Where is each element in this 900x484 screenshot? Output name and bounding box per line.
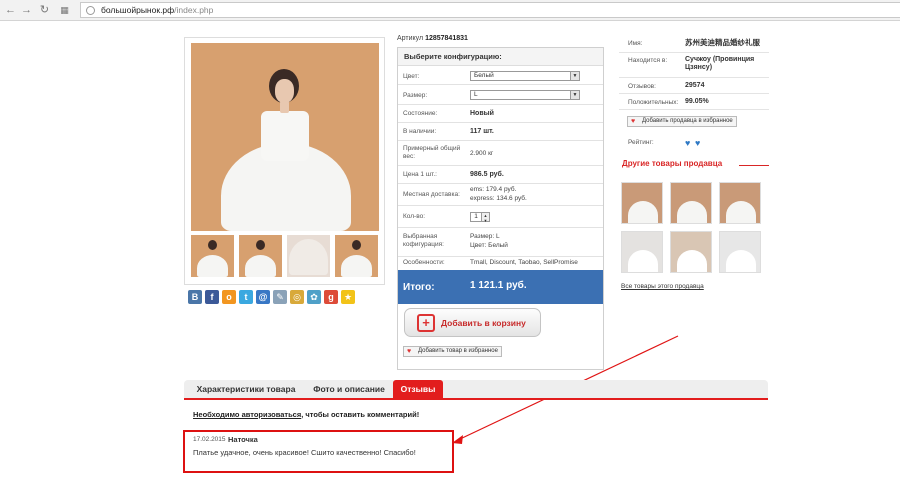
config-title: Выберите конфигурацию: <box>398 48 603 66</box>
mailru-icon[interactable]: @ <box>256 290 270 304</box>
apps-icon[interactable]: ▦ <box>58 4 71 17</box>
heart-rating-icon: ♥ <box>685 138 691 148</box>
seller-product-thumbnail[interactable] <box>719 231 761 273</box>
page-info-icon[interactable] <box>86 6 95 15</box>
selected-size: Размер: L <box>470 233 500 240</box>
odnoklassniki-icon[interactable]: о <box>222 290 236 304</box>
features-value: Tmall, Discount, Taobao, SellPromise <box>470 259 578 266</box>
seller-product-thumbnail[interactable] <box>621 182 663 224</box>
seller-location-label: Находится в: <box>628 57 668 64</box>
seller-location-value: Сучжоу (Провинция Цзянсу) <box>685 56 755 71</box>
product-gallery <box>184 37 385 285</box>
color-label: Цвет: <box>403 73 420 80</box>
annotation-highlight-box <box>183 430 454 473</box>
cart-plus-icon: + <box>417 314 435 332</box>
add-to-cart-button[interactable]: + Добавить в корзину <box>404 308 541 337</box>
seller-product-thumbnail[interactable] <box>670 182 712 224</box>
all-seller-products-link[interactable]: Все товары этого продавца <box>621 283 704 290</box>
heart-icon: ♥ <box>631 118 636 125</box>
twitter-icon[interactable]: t <box>239 290 253 304</box>
delivery-ems: ems: 179.4 руб. <box>470 186 517 193</box>
add-seller-favorite-button[interactable]: ♥ Добавить продавца в избранное <box>627 116 737 127</box>
product-thumbnail[interactable] <box>287 235 330 277</box>
forward-icon[interactable]: → <box>20 4 33 17</box>
other-products-title: Другие товары продавца <box>622 159 723 168</box>
heart-rating-icon: ♥ <box>695 138 701 148</box>
chevron-down-icon: ▼ <box>570 91 579 99</box>
total-label: Итого: <box>403 282 435 293</box>
qty-label: Кол-во: <box>403 213 426 220</box>
price-value: 986.5 руб. <box>470 171 504 178</box>
heart-icon: ♥ <box>407 348 412 355</box>
condition-label: Состояние: <box>403 110 438 117</box>
address-bar[interactable]: большойрынок.рф/index.php <box>80 2 900 18</box>
tab-characteristics[interactable]: Характеристики товара <box>190 380 302 398</box>
size-select[interactable]: L ▼ <box>470 90 580 100</box>
total-bar: Итого: 1 121.1 руб. <box>398 270 603 304</box>
positive-label: Положительных: <box>628 99 679 106</box>
reload-icon[interactable]: ↻ <box>38 4 51 17</box>
moimir-icon[interactable]: ◎ <box>290 290 304 304</box>
login-link[interactable]: Необходимо авторизоваться <box>193 410 301 419</box>
stock-value: 117 шт. <box>470 128 494 135</box>
total-value: 1 121.1 руб. <box>470 280 527 291</box>
seller-name-label: Имя: <box>628 40 643 47</box>
quantity-input[interactable]: 1 <box>470 212 482 222</box>
tab-reviews[interactable]: Отзывы <box>393 380 443 398</box>
delivery-express: express: 134.6 руб. <box>470 195 527 202</box>
browser-toolbar: ← → ↻ ▦ большойрынок.рф/index.php <box>0 0 900 21</box>
seller-product-thumbnail[interactable] <box>621 231 663 273</box>
selected-color: Цвет: Белый <box>470 242 508 249</box>
delivery-label: Местная доставка: <box>403 191 460 198</box>
tab-photo-description[interactable]: Фото и описание <box>308 380 390 398</box>
login-note: Необходимо авторизоваться, чтобы оставит… <box>193 410 420 419</box>
seller-product-thumbnail[interactable] <box>719 182 761 224</box>
title-divider <box>739 165 769 166</box>
seller-name-value: 苏州美迪精品婚纱礼服 <box>685 38 760 47</box>
seller-product-thumbnail[interactable] <box>670 231 712 273</box>
product-article: Артикул 12857841831 <box>397 35 468 42</box>
liveinternet-icon[interactable]: ✿ <box>307 290 321 304</box>
selected-config-label: Выбранная кофигурация: <box>403 233 444 248</box>
color-select[interactable]: Белый ▼ <box>470 71 580 81</box>
chevron-down-icon: ▼ <box>570 72 579 80</box>
weight-value: 2.900 кг <box>470 150 494 157</box>
quantity-stepper[interactable]: ▲ ▼ <box>482 212 490 223</box>
back-icon[interactable]: ← <box>4 4 17 17</box>
vk-icon[interactable]: В <box>188 290 202 304</box>
livejournal-icon[interactable]: ✎ <box>273 290 287 304</box>
product-tabs: Характеристики товара Фото и описание От… <box>184 380 768 400</box>
product-thumbnail[interactable] <box>239 235 282 277</box>
rating-label: Рейтинг: <box>628 139 654 146</box>
size-label: Размер: <box>403 92 428 99</box>
positive-value: 99.05% <box>685 98 709 105</box>
add-product-favorite-button[interactable]: ♥ Добавить товар в избранное <box>403 346 502 357</box>
url-text: большойрынок.рф/index.php <box>101 5 214 15</box>
product-thumbnail[interactable] <box>335 235 378 277</box>
configuration-panel: Выберите конфигурацию: Цвет: Белый ▼ Разм… <box>397 47 604 370</box>
condition-value: Новый <box>470 110 494 117</box>
stock-label: В наличии: <box>403 128 437 135</box>
reviews-value: 29574 <box>685 82 705 89</box>
weight-label: Примерный общий вес: <box>403 145 461 160</box>
features-label: Особенности: <box>403 259 445 266</box>
price-label: Цена 1 шт.: <box>403 171 437 178</box>
add-to-cart-label: Добавить в корзину <box>441 318 526 328</box>
google-icon[interactable]: g <box>324 290 338 304</box>
product-thumbnail[interactable] <box>191 235 234 277</box>
reviews-label: Отзывов: <box>628 83 656 90</box>
bookmark-icon[interactable]: ★ <box>341 290 355 304</box>
product-main-image[interactable] <box>191 43 379 231</box>
facebook-icon[interactable]: f <box>205 290 219 304</box>
